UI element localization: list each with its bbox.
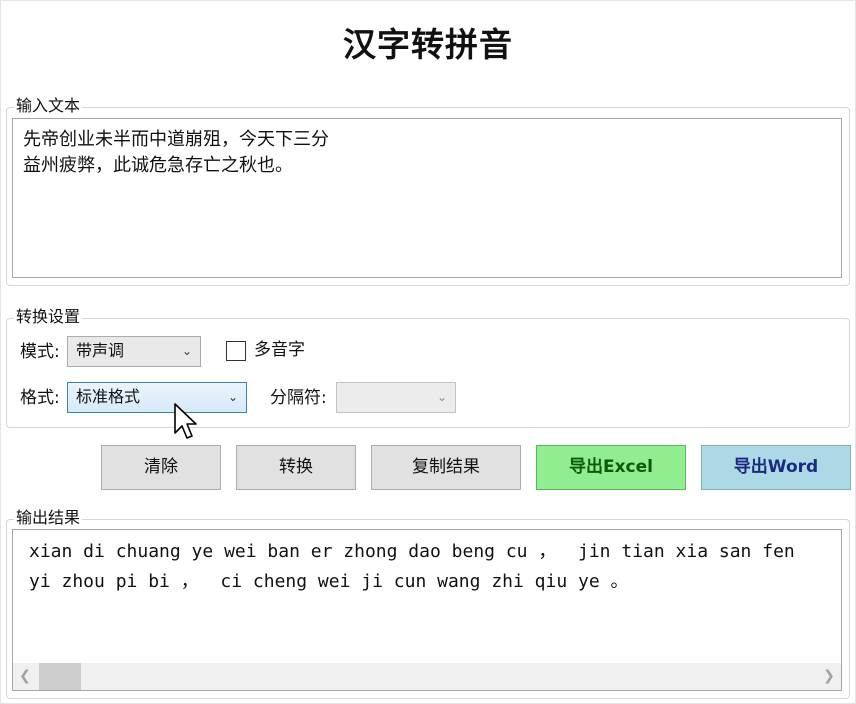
convert-button[interactable]: 转换 <box>236 445 356 490</box>
format-select[interactable]: 标准格式 ⌄ <box>67 382 247 413</box>
scroll-right-icon[interactable]: ❯ <box>817 663 841 690</box>
separator-select[interactable]: ⌄ <box>336 382 456 413</box>
app-title: 汉字转拼音 <box>343 25 513 64</box>
output-group-label: 输出结果 <box>14 508 83 528</box>
export-excel-button[interactable]: 导出Excel <box>536 445 686 490</box>
mode-label: 模式: <box>20 342 60 362</box>
settings-group-label: 转换设置 <box>14 307 83 327</box>
format-label: 格式: <box>20 388 60 408</box>
output-text: xian di chuang ye wei ban er zhong dao b… <box>29 541 795 592</box>
clear-button[interactable]: 清除 <box>101 445 221 490</box>
mouse-pointer-icon <box>174 403 197 439</box>
input-group-label: 输入文本 <box>14 96 83 116</box>
chevron-down-icon: ⌄ <box>181 344 192 358</box>
horizontal-scrollbar[interactable]: ❮ ❯ <box>13 663 841 690</box>
format-select-value: 标准格式 <box>76 387 141 406</box>
polyphone-label[interactable]: 多音字 <box>254 340 305 360</box>
polyphone-checkbox[interactable] <box>226 341 246 361</box>
chevron-down-icon: ⌄ <box>436 390 447 404</box>
scroll-left-icon[interactable]: ❮ <box>13 663 37 690</box>
separator-label: 分隔符: <box>270 388 327 408</box>
export-word-button[interactable]: 导出Word <box>701 445 851 490</box>
input-textarea[interactable]: 先帝创业未半而中道崩殂，今天下三分 益州疲弊，此诚危急存亡之秋也。 <box>12 118 842 278</box>
mode-select-value: 带声调 <box>76 341 125 360</box>
mode-select[interactable]: 带声调 ⌄ <box>67 336 201 367</box>
chevron-down-icon: ⌄ <box>227 390 238 404</box>
scrollbar-thumb[interactable] <box>39 663 81 690</box>
copy-result-button[interactable]: 复制结果 <box>371 445 521 490</box>
